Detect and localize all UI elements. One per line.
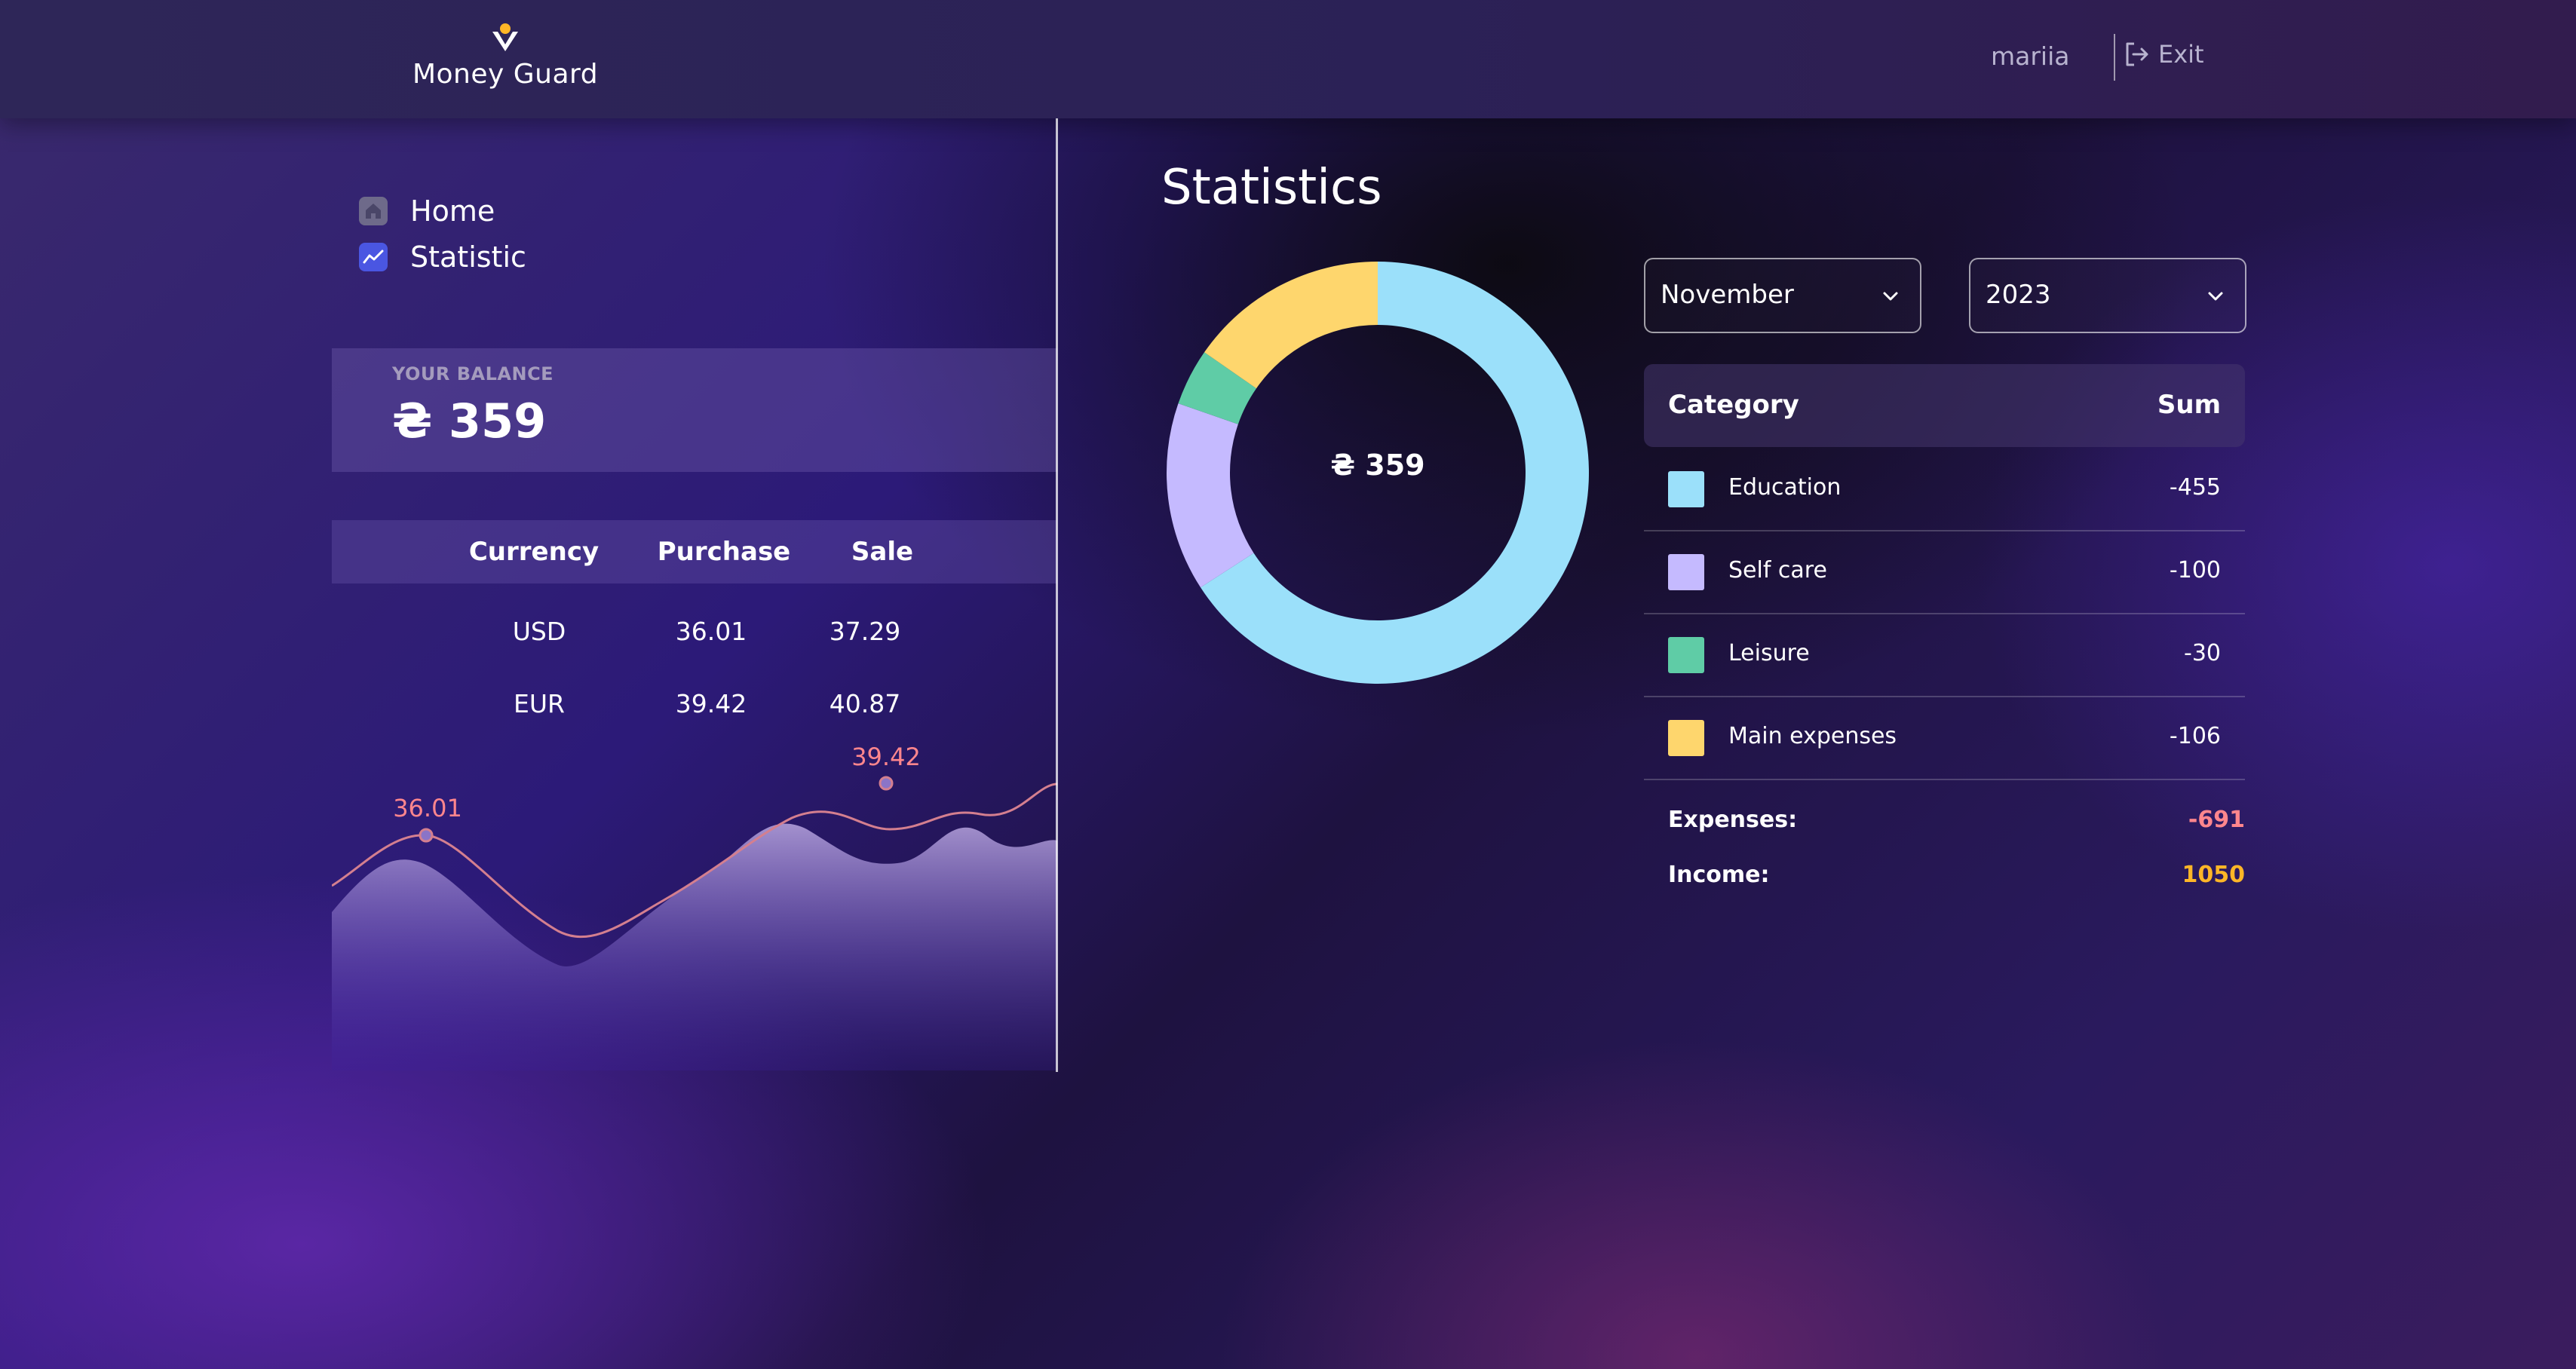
category-row: Main expenses -106 [1644, 696, 2245, 780]
app-header: Money Guard mariia Exit [0, 0, 2576, 118]
category-color-swatch [1668, 637, 1704, 673]
purchase-rate: 39.42 [675, 689, 747, 718]
nav-item-label: Home [410, 194, 495, 228]
category-color-swatch [1668, 554, 1704, 590]
currency-chart: 36.01 39.42 [332, 743, 1057, 1070]
column-header-category: Category [1668, 390, 1799, 420]
logo[interactable]: Money Guard [392, 21, 618, 90]
nav-item-statistic[interactable]: Statistic [359, 240, 526, 274]
home-icon [359, 197, 388, 225]
logo-icon [492, 23, 518, 51]
chevron-down-icon [1883, 292, 1898, 301]
nav-item-label: Statistic [410, 240, 526, 274]
expenses-label: Expenses: [1668, 807, 1798, 833]
category-table-header: Category Sum [1644, 364, 2245, 447]
eur-point [879, 776, 894, 791]
user-name: mariia [1991, 41, 2070, 71]
column-header-purchase: Purchase [657, 537, 791, 567]
category-sum: -100 [2169, 557, 2221, 583]
currency-table-header: Currency Purchase Sale [332, 520, 1057, 583]
app-name: Money Guard [412, 59, 599, 90]
balance-card: YOUR BALANCE ₴ 359 [332, 348, 1057, 472]
sale-rate: 40.87 [829, 689, 901, 718]
category-sum: -106 [2169, 723, 2221, 749]
purchase-rate: 36.01 [675, 617, 747, 646]
currency-area [332, 823, 1057, 1070]
donut-slice-self-care [1167, 403, 1254, 588]
currency-code: USD [512, 617, 566, 646]
page-title: Statistics [1161, 160, 1382, 216]
exit-label: Exit [2158, 40, 2204, 69]
exit-button[interactable]: Exit [2124, 39, 2204, 69]
header-divider [2114, 34, 2115, 81]
year-value: 2023 [1986, 280, 2051, 310]
eur-point-label: 39.42 [851, 743, 921, 771]
usd-point [419, 828, 434, 843]
category-sum: -455 [2169, 474, 2221, 501]
income-label: Income: [1668, 862, 1770, 888]
category-name: Self care [1728, 557, 1827, 583]
column-header-sum: Sum [2157, 390, 2221, 420]
month-select[interactable]: November [1644, 258, 1921, 333]
exit-icon [2126, 42, 2148, 66]
category-name: Main expenses [1728, 723, 1897, 749]
year-select[interactable]: 2023 [1969, 258, 2246, 333]
category-color-swatch [1668, 471, 1704, 507]
category-row: Self care -100 [1644, 530, 2245, 614]
category-row: Leisure -30 [1644, 613, 2245, 697]
month-value: November [1661, 280, 1794, 310]
income-value: 1050 [2182, 862, 2246, 888]
balance-value: ₴ 359 [392, 394, 547, 449]
category-name: Leisure [1728, 640, 1810, 666]
chevron-down-icon [2208, 292, 2223, 301]
category-name: Education [1728, 474, 1842, 501]
column-header-sale: Sale [851, 537, 914, 567]
sale-rate: 37.29 [829, 617, 901, 646]
donut-slice-main-expenses [1204, 262, 1378, 389]
currency-code: EUR [514, 689, 565, 718]
category-row: Education -455 [1644, 447, 2245, 531]
chart-icon [359, 243, 388, 271]
category-sum: -30 [2184, 640, 2221, 666]
nav-item-home[interactable]: Home [359, 194, 495, 228]
panel-divider [1056, 118, 1058, 1072]
donut-center-balance: ₴ 359 [1330, 449, 1425, 482]
column-header-currency: Currency [468, 537, 600, 567]
expenses-value: -691 [2188, 807, 2245, 833]
category-color-swatch [1668, 720, 1704, 756]
balance-label: YOUR BALANCE [392, 363, 554, 384]
usd-point-label: 36.01 [393, 794, 462, 822]
